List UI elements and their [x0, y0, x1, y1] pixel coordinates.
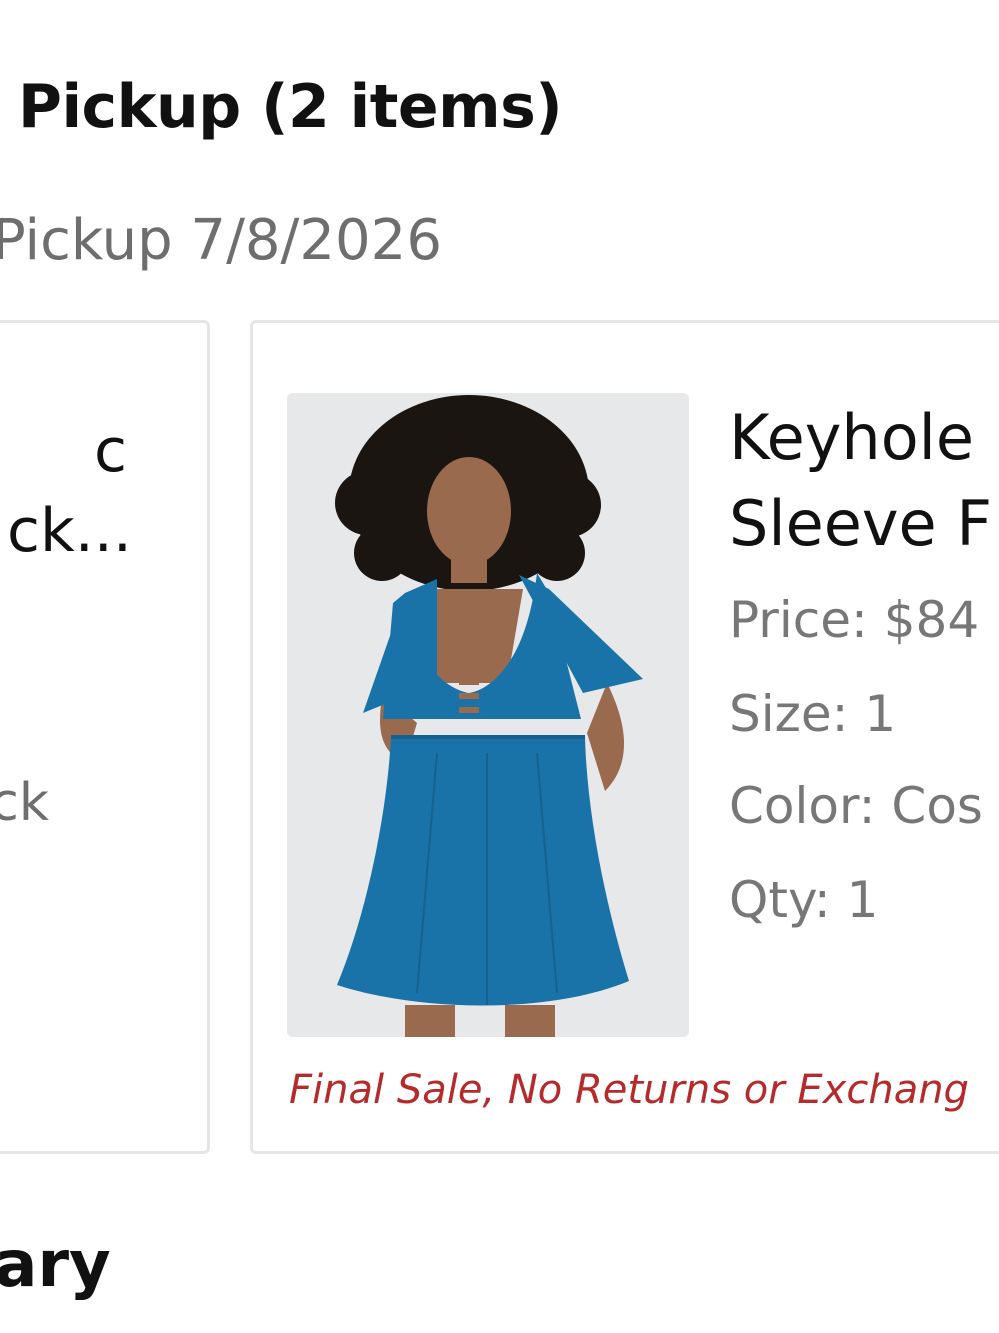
product-name-line: c — [94, 416, 127, 486]
product-size: Size: 1 — [729, 685, 897, 743]
product-name-line: ck... — [7, 496, 132, 566]
product-image[interactable] — [287, 393, 689, 1037]
pickup-date: Pickup 7/8/2026 — [0, 208, 442, 273]
product-name-previous[interactable]: c ck... — [7, 411, 132, 571]
product-title-line: Sleeve F — [729, 487, 993, 560]
order-page: Pickup (2 items) Pickup 7/8/2026 c ck...… — [0, 0, 999, 1333]
product-color: Color: Cos — [729, 777, 983, 835]
product-card[interactable]: Keyhole Sleeve F Price: $84 Size: 1 Colo… — [250, 320, 999, 1154]
pickup-section-title: Pickup (2 items) — [18, 72, 563, 142]
product-title[interactable]: Keyhole Sleeve F — [729, 395, 992, 567]
product-photo-icon — [287, 393, 689, 1037]
product-color-previous: ck — [0, 773, 49, 833]
order-summary-title: nmary — [0, 1228, 111, 1302]
final-sale-notice: Final Sale, No Returns or Exchang — [289, 1067, 969, 1113]
product-title-line: Keyhole — [729, 401, 975, 474]
product-quantity: Qty: 1 — [729, 871, 879, 929]
product-card-previous[interactable]: c ck... ck — [0, 320, 210, 1154]
product-price: Price: $84 — [729, 591, 980, 649]
